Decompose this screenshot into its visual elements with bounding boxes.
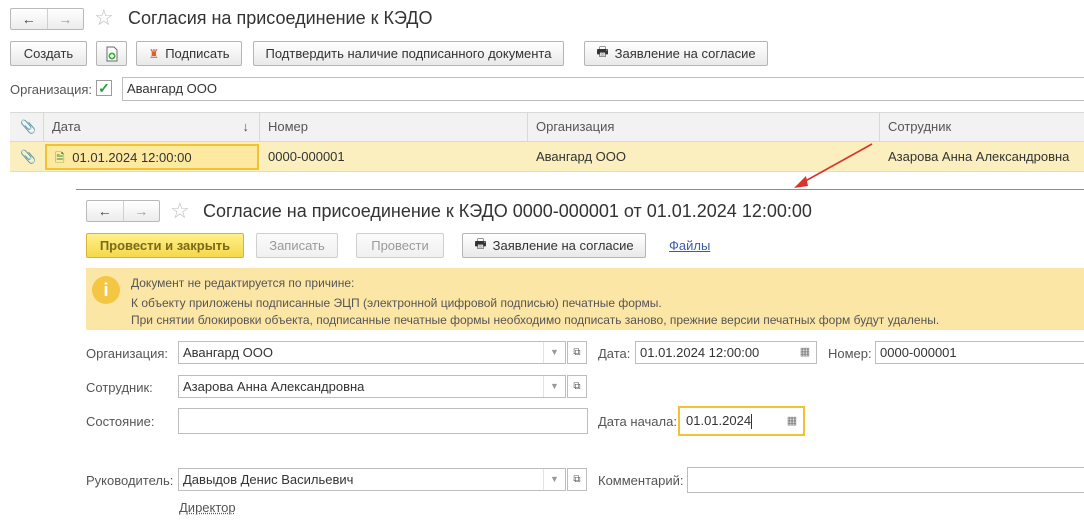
manager-field[interactable]: Давыдов Денис Васильевич ▼ [178, 468, 566, 491]
column-organization-label: Организация [536, 119, 615, 134]
manager-chevron-down-icon[interactable]: ▼ [543, 469, 565, 490]
info-icon: i [92, 276, 120, 304]
post-label: Провести [371, 238, 429, 253]
org-field[interactable]: Авангард ООО ▼ [178, 341, 566, 364]
sign-seal-icon: ♜ [148, 46, 160, 61]
comment-field[interactable] [687, 467, 1084, 493]
column-date-label: Дата [52, 119, 81, 134]
org-filter-input[interactable]: Авангард ООО [122, 77, 1084, 101]
save-label: Записать [269, 238, 325, 253]
warning-line-3: При снятии блокировки объекта, подписанн… [131, 313, 940, 327]
date-field-value: 01.01.2024 12:00:00 [640, 345, 760, 360]
doc-back-arrow-icon[interactable]: ← [87, 201, 124, 221]
row-attachment-cell: 📎 [20, 149, 37, 164]
date-field[interactable]: 01.01.2024 12:00:00 ▦ [635, 341, 817, 364]
doc-print-consent-label: Заявление на согласие [492, 238, 634, 253]
manager-position-link[interactable]: Директор [179, 500, 236, 515]
start-date-label: Дата начала: [598, 414, 677, 429]
start-date-field-value: 01.01.2024 [686, 413, 752, 428]
org-filter-checkbox[interactable]: ✓ [96, 80, 112, 96]
save-button[interactable]: Записать [256, 233, 338, 258]
column-employee-label: Сотрудник [888, 119, 952, 134]
confirm-signed-label: Подтвердить наличие подписанного докумен… [265, 46, 552, 61]
sign-label: Подписать [165, 46, 230, 61]
number-label: Номер: [828, 346, 872, 361]
paperclip-icon: 📎 [20, 119, 37, 134]
org-open-icon[interactable]: ⧉ [567, 341, 587, 364]
org-filter-label: Организация: [10, 82, 93, 97]
doc-printer-icon: 🖶 [474, 235, 487, 251]
state-label: Состояние: [86, 414, 155, 429]
employee-label: Сотрудник: [86, 380, 153, 395]
grid-header: 📎 Дата ↓ Номер Организация Сотрудник [10, 112, 1084, 142]
print-consent-button[interactable]: 🖶 Заявление на согласие [584, 41, 768, 66]
column-number[interactable]: Номер [260, 113, 528, 141]
number-field-value: 0000-000001 [880, 345, 957, 360]
start-date-field[interactable]: 01.01.2024 ▦ [678, 406, 805, 436]
create-label: Создать [23, 46, 74, 61]
doc-forward-arrow-icon[interactable]: → [124, 201, 160, 221]
page-title: Согласия на присоединение к КЭДО [128, 8, 433, 28]
chevron-down-icon[interactable]: ▼ [543, 342, 565, 363]
row-date-cell[interactable]: 🗎 01.01.2024 12:00:00 [45, 144, 259, 170]
post-and-close-label: Провести и закрыть [99, 238, 231, 253]
table-row[interactable]: 📎 🗎 01.01.2024 12:00:00 0000-000001 Аван… [10, 142, 1084, 172]
warning-line-1: Документ не редактируется по причине: [131, 276, 355, 290]
row-number-cell: 0000-000001 [268, 149, 345, 164]
doc-favorite-star-icon[interactable]: ☆ [170, 200, 190, 222]
row-date-value: 01.01.2024 12:00:00 [72, 150, 192, 165]
row-employee-cell: Азарова Анна Александровна [888, 149, 1070, 164]
add-document-icon [106, 46, 117, 61]
comment-label: Комментарий: [598, 473, 684, 488]
forward-arrow-icon[interactable]: → [48, 9, 84, 29]
doc-print-consent-button[interactable]: 🖶 Заявление на согласие [462, 233, 646, 258]
attachment-column[interactable]: 📎 [10, 113, 44, 141]
nav-buttons[interactable]: ← → [10, 8, 84, 30]
column-date[interactable]: Дата ↓ [44, 113, 260, 141]
annotation-arrow [794, 143, 873, 188]
text-cursor [751, 414, 753, 430]
printer-icon: 🖶 [596, 43, 609, 59]
create-button[interactable]: Создать [10, 41, 87, 66]
sign-button[interactable]: ♜ Подписать [136, 41, 242, 66]
column-employee[interactable]: Сотрудник [880, 113, 1084, 141]
manager-field-value: Давыдов Денис Васильевич [183, 472, 354, 487]
favorite-star-icon[interactable]: ☆ [94, 7, 114, 29]
doc-nav-buttons[interactable]: ← → [86, 200, 160, 222]
date-label: Дата: [598, 346, 631, 361]
files-link[interactable]: Файлы [669, 238, 710, 253]
manager-label: Руководитель: [86, 473, 174, 488]
warning-line-2: К объекту приложены подписанные ЭЦП (эле… [131, 296, 662, 310]
post-and-close-button[interactable]: Провести и закрыть [86, 233, 244, 258]
calendar-icon[interactable]: ▦ [794, 342, 816, 363]
employee-chevron-down-icon[interactable]: ▼ [543, 376, 565, 397]
back-arrow-icon[interactable]: ← [11, 9, 48, 29]
column-organization[interactable]: Организация [528, 113, 880, 141]
post-button[interactable]: Провести [356, 233, 444, 258]
warning-banner: i Документ не редактируется по причине: … [86, 268, 1084, 330]
org-field-value: Авангард ООО [183, 345, 273, 360]
create-copy-button[interactable] [96, 41, 127, 66]
doc-title: Согласие на присоединение к КЭДО 0000-00… [203, 201, 812, 221]
sort-descending-icon: ↓ [242, 119, 250, 134]
print-consent-label: Заявление на согласие [614, 46, 756, 61]
confirm-signed-button[interactable]: Подтвердить наличие подписанного докумен… [253, 41, 564, 66]
column-number-label: Номер [268, 119, 309, 134]
org-label: Организация: [86, 346, 169, 361]
employee-field-value: Азарова Анна Александровна [183, 379, 365, 394]
number-field[interactable]: 0000-000001 [875, 341, 1084, 364]
state-field[interactable] [178, 408, 588, 434]
employee-open-icon[interactable]: ⧉ [567, 375, 587, 398]
employee-field[interactable]: Азарова Анна Александровна ▼ [178, 375, 566, 398]
org-filter-value: Авангард ООО [127, 81, 217, 96]
start-date-calendar-icon[interactable]: ▦ [781, 411, 803, 432]
posted-document-icon: 🗎 [55, 151, 65, 165]
manager-open-icon[interactable]: ⧉ [567, 468, 587, 491]
